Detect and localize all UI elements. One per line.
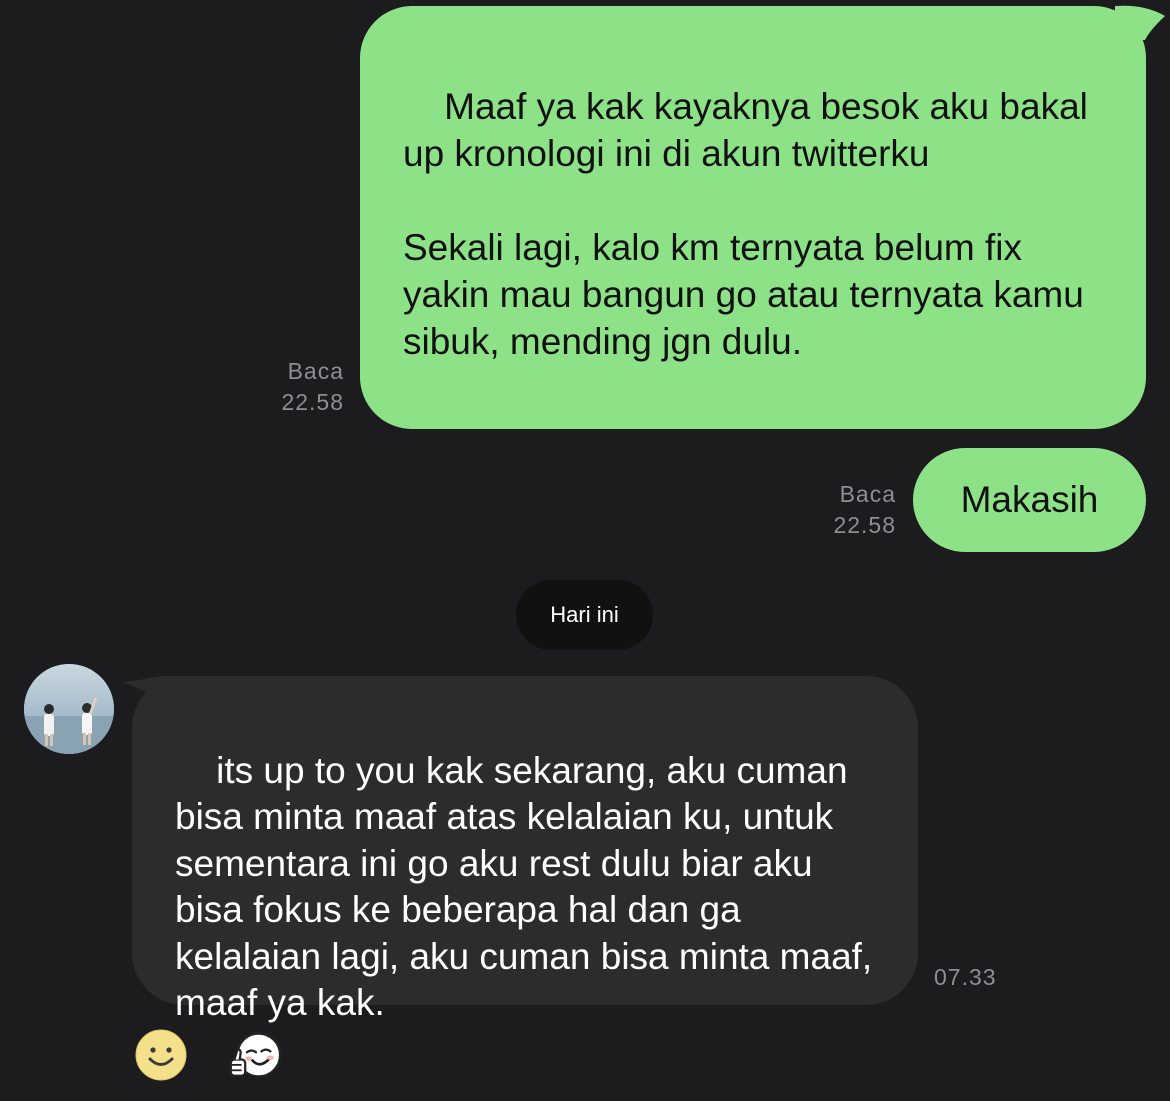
message-text: Makasih bbox=[960, 479, 1099, 520]
date-separator: Hari ini bbox=[516, 580, 653, 650]
message-text: its up to you kak sekarang, aku cuman bi… bbox=[175, 749, 883, 1024]
avatar[interactable] bbox=[24, 664, 114, 754]
message-meta: Baca 22.58 bbox=[281, 356, 344, 418]
avatar-photo-icon bbox=[24, 664, 114, 754]
message-text: Maaf ya kak kayaknya besok aku bakal up … bbox=[403, 86, 1088, 362]
smiley-face-icon[interactable] bbox=[134, 1028, 188, 1082]
chat-view: Maaf ya kak kayaknya besok aku bakal up … bbox=[0, 0, 1170, 1101]
message-meta: Baca 22.58 bbox=[833, 479, 896, 541]
thumbs-up-sticker-icon[interactable] bbox=[229, 1028, 283, 1082]
incoming-message-bubble[interactable]: its up to you kak sekarang, aku cuman bi… bbox=[132, 676, 918, 1023]
read-status: Baca bbox=[287, 358, 344, 384]
outgoing-message-bubble[interactable]: Makasih bbox=[913, 448, 1146, 552]
message-time: 22.58 bbox=[833, 512, 896, 538]
message-time: 07.33 bbox=[934, 964, 997, 990]
read-status: Baca bbox=[839, 481, 896, 507]
message-time: 22.58 bbox=[281, 389, 344, 415]
outgoing-message-bubble[interactable]: Maaf ya kak kayaknya besok aku bakal up … bbox=[360, 6, 1146, 429]
